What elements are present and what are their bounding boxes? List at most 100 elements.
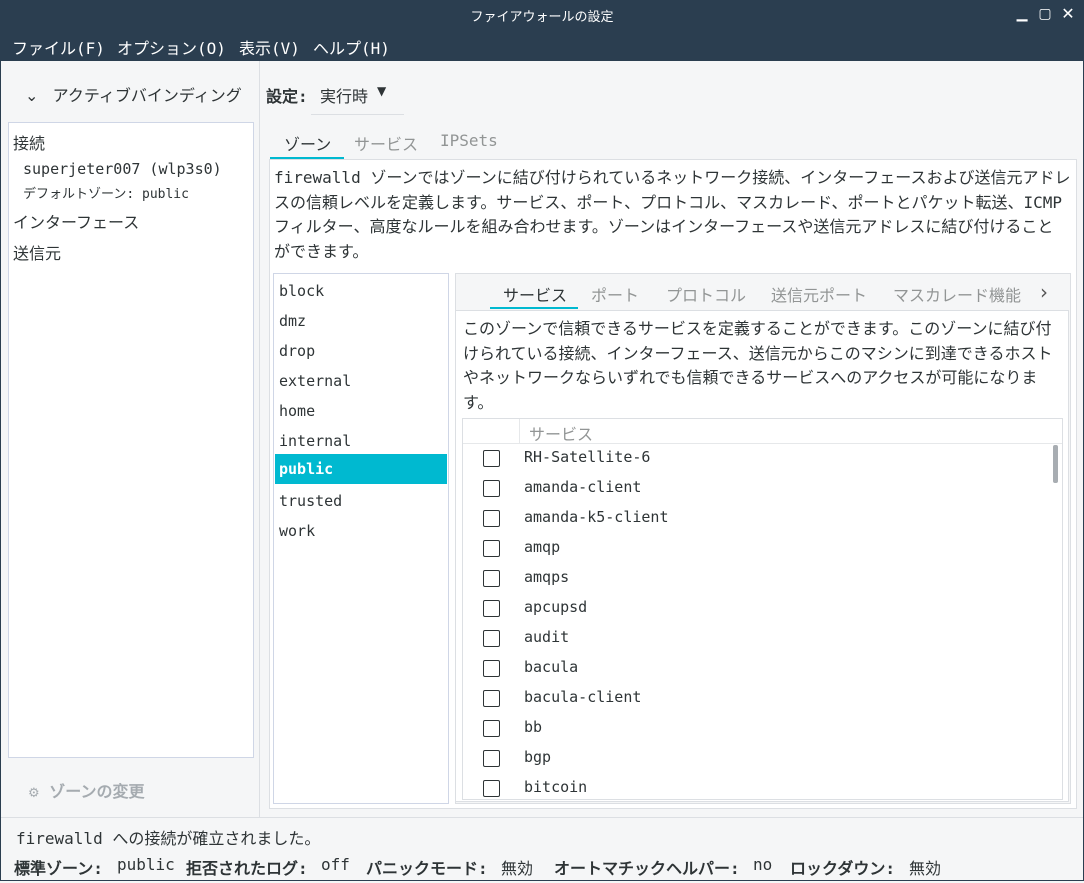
menu-bar: ファイル(F) オプション(O) 表示(V) ヘルプ(H) [0,29,1084,61]
subtab-services-indicator [490,307,578,309]
service-name: apcupsd [524,598,588,616]
gear-icon: ⚙ [28,786,40,801]
service-checkbox[interactable] [483,630,500,647]
service-checkbox[interactable] [483,720,500,737]
auto-helper-label: オートマチックヘルパー: [554,859,740,878]
zone-item-trusted[interactable]: trusted [275,486,447,516]
interfaces-heading: インターフェース [13,213,140,232]
tab-zones[interactable]: ゾーン [284,131,331,155]
denied-log-value: off [321,855,350,874]
table-row: amanda-k5-client [463,506,1062,536]
chevron-down-icon: ⌄ [25,86,39,105]
table-row: RH-Satellite-6 [463,446,1062,476]
subtab-ports[interactable]: ポート [591,282,639,306]
panic-mode-value: 無効 [501,859,534,878]
service-checkbox[interactable] [483,750,500,767]
table-row: bgp [463,746,1062,776]
zone-description: firewalld ゾーンではゾーンに結び付けられているネットワーク接続、インタ… [274,166,1071,264]
service-name: bgp [524,748,552,766]
zone-item-dmz[interactable]: dmz [275,306,447,336]
zone-item-block[interactable]: block [275,276,447,306]
close-icon[interactable]: ✕ [1057,3,1079,25]
service-checkbox[interactable] [483,690,500,707]
scrollbar-thumb[interactable] [1053,445,1058,483]
service-name: bacula-client [524,688,642,706]
zone-description-line: ができます。 [274,241,369,261]
service-checkbox[interactable] [483,540,500,557]
active-bindings-toggle[interactable]: ⌄ アクティブバインディング [25,82,242,106]
service-checkbox[interactable] [483,600,500,617]
table-row: audit [463,626,1062,656]
connections-heading: 接続 [13,134,46,153]
table-row: amqp [463,536,1062,566]
service-name: bitcoin [524,778,588,796]
chevron-right-icon[interactable]: › [1040,280,1048,304]
default-zone-label: 標準ゾーン: [14,859,103,878]
minimize-icon[interactable]: ▁ [1011,3,1033,25]
zone-list: block dmz drop external home internal pu… [273,273,449,804]
service-name: RH-Satellite-6 [524,448,651,466]
subtab-protocols[interactable]: プロトコル [666,282,746,306]
zone-description-line: フィルター、高度なルールを組み合わせます。ゾーンはインターフェースや送信元アドレ… [274,217,1054,236]
subtab-services[interactable]: サービス [503,282,567,306]
service-description-line: けられている接続、インターフェース、送信元からこのマシンに到達できるホスト [463,343,1053,363]
service-column-header[interactable]: サービス [529,421,593,445]
service-checkbox[interactable] [483,480,500,497]
zone-item-home[interactable]: home [275,396,447,426]
config-label: 設定: [266,87,308,106]
service-checkbox[interactable] [483,510,500,527]
auto-helper-value: no [753,855,773,874]
service-name: amqp [524,538,561,556]
table-row: bacula-client [463,686,1062,716]
zone-item-public[interactable]: public [275,454,447,484]
service-name: audit [524,628,570,646]
status-bar: firewalld への接続が確立されました。 標準ゾーン: public 拒否… [0,817,1084,883]
config-select[interactable]: 実行時 ▼ [311,74,404,115]
service-description-line: やネットワークならいずれでも信頼できるサービスへのアクセスが可能になりま [463,368,1038,387]
zone-item-external[interactable]: external [275,366,447,396]
connection-default-zone: デフォルトゾーン: public [23,187,189,202]
connection-item[interactable]: superjeter007 (wlp3s0) [23,160,222,178]
title-bar: ファイアウォールの設定 ▁ ▢ ✕ [0,0,1084,29]
table-row: bacula [463,656,1062,686]
header-divider [519,419,520,443]
sources-heading: 送信元 [13,244,62,263]
lockdown-label: ロックダウン: [790,859,895,878]
status-message: firewalld への接続が確立されました。 [16,829,321,848]
denied-log-label: 拒否されたログ: [186,859,308,878]
table-row: amanda-client [463,476,1062,506]
service-name: amanda-k5-client [524,508,669,526]
subtab-source-ports[interactable]: 送信元ポート [771,282,867,306]
table-row: amqps [463,566,1062,596]
service-description-line: このゾーンで信頼できるサービスを定義することができます。このゾーンに結び付 [463,319,1052,338]
zone-item-work[interactable]: work [275,516,447,546]
service-checkbox[interactable] [483,780,500,797]
menu-options[interactable]: オプション(O) [117,35,226,59]
service-name: bacula [524,658,579,676]
active-bindings-label: アクティブバインディング [52,86,242,105]
maximize-icon[interactable]: ▢ [1034,3,1056,25]
service-checkbox[interactable] [483,450,500,467]
service-checkbox[interactable] [483,570,500,587]
zone-item-internal[interactable]: internal [275,426,447,456]
table-row: apcupsd [463,596,1062,626]
service-name: amanda-client [524,478,642,496]
menu-view[interactable]: 表示(V) [239,35,300,59]
service-description: このゾーンで信頼できるサービスを定義することができます。このゾーンに結び付 けら… [463,317,1052,415]
change-zone-button[interactable]: ⚙ ゾーンの変更 [28,778,145,802]
tab-services[interactable]: サービス [354,131,418,155]
default-zone-value: public [117,855,175,874]
menu-file[interactable]: ファイル(F) [12,35,105,59]
service-description-line: す。 [463,392,494,412]
panel-separator [259,61,260,817]
subtab-masquerading[interactable]: マスカレード機能 [893,282,1021,306]
tab-ipsets[interactable]: IPSets [440,131,498,150]
config-value: 実行時 [320,87,369,106]
service-checkbox[interactable] [483,660,500,677]
menu-help[interactable]: ヘルプ(H) [313,35,390,59]
table-header: サービス [463,419,1062,444]
zone-item-drop[interactable]: drop [275,336,447,366]
zone-description-line: スの信頼レベルを定義します。サービス、ポート、プロトコル、マスカレード、ポートと… [274,192,1062,212]
panic-mode-label: パニックモード: [366,859,488,878]
dropdown-arrow-icon: ▼ [377,84,387,98]
